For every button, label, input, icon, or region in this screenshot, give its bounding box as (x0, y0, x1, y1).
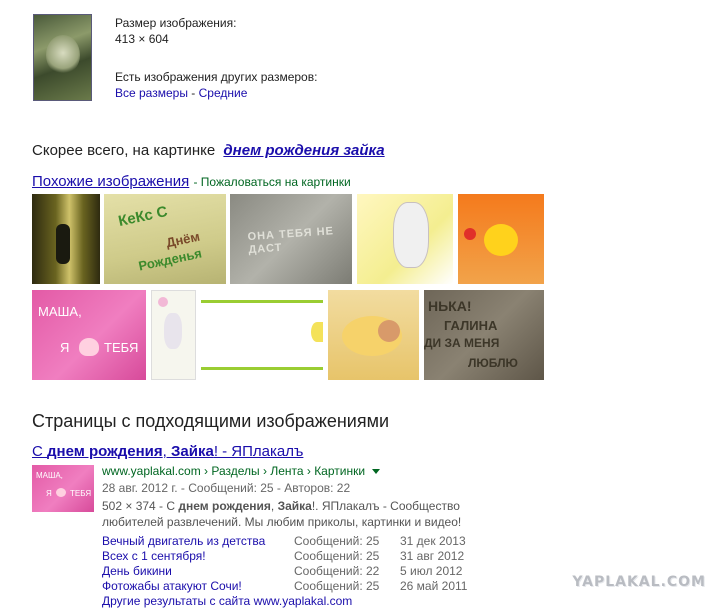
similar-image-baby[interactable] (328, 290, 419, 380)
more-results: Другие результаты с сайта www.yaplakal.c… (102, 593, 352, 609)
watermark-logo: YAPLAKAL.COM (572, 574, 706, 590)
report-separator: - (193, 175, 201, 189)
sub-result-link[interactable]: Фотожабы атакуют Сочи! (102, 578, 242, 594)
snippet-bold-2: Зайка (277, 499, 312, 513)
heart-icon (79, 338, 99, 356)
pages-heading: Страницы с подходящими изображениями (32, 411, 390, 431)
smesharik-figure (484, 224, 518, 256)
similar-image-sand-text[interactable]: ОНА ТЕБЯ НЕ ДАСТ (230, 194, 352, 284)
result-title-post: ! - ЯПлакалъ (213, 443, 304, 460)
card-bunny-figure (164, 313, 182, 349)
sub-result-link[interactable]: Всех с 1 сентября! (102, 548, 206, 564)
sub-result-link[interactable]: День бикини (102, 563, 172, 579)
thumbnail-figure (46, 35, 80, 75)
source-image-thumbnail[interactable] (33, 14, 92, 101)
sub-result-count: Сообщений: 25 (294, 549, 380, 563)
sand2-text-1: НЬКА! (428, 298, 472, 314)
other-sizes-label: Есть изображения других размеров: (115, 70, 318, 84)
similar-image-cake[interactable]: КеКс С Днём Рожденья (104, 194, 226, 284)
similar-image-sand-galina[interactable]: НЬКА! ГАЛИНА ДИ ЗА МЕНЯ ЛЮБЛЮ (424, 290, 544, 380)
bunny-figure (393, 202, 429, 268)
result-thumbnail[interactable]: МАША, Я ТЕБЯ (32, 465, 94, 512)
url-dropdown-arrow-icon[interactable] (372, 469, 381, 475)
yellow-accent (311, 322, 323, 342)
more-results-link[interactable]: Другие результаты с сайта www.yaplakal.c… (102, 594, 352, 608)
result-title-bold-1: днем рождения (47, 443, 163, 460)
best-guess-prefix: Скорее всего, на картинке (32, 142, 216, 159)
sub-result-date: 26 май 2011 (400, 579, 468, 593)
heart-balloon (464, 228, 476, 240)
masha-text-2: Я (60, 340, 70, 355)
similar-image-green-card[interactable] (201, 290, 323, 380)
sub-result-count: Сообщений: 22 (294, 564, 380, 578)
sand2-text-3: ДИ ЗА МЕНЯ (424, 336, 500, 350)
similar-image-bunny-yellow[interactable] (357, 194, 453, 284)
result-thumb-text-3: ТЕБЯ (70, 489, 92, 498)
sand-text: ОНА ТЕБЯ НЕ ДАСТ (247, 225, 335, 257)
similar-header: Похожие изображения - Пожаловаться на ка… (32, 173, 351, 191)
image-size-value: 413 × 604 (115, 32, 169, 46)
cake-text-1: КеКс С (116, 203, 170, 230)
sand2-text-4: ЛЮБЛЮ (468, 356, 518, 370)
result-title-bold-2: Зайка (171, 443, 214, 460)
snippet-post: !. ЯПлакалъ - Сообщество (311, 499, 460, 513)
result-thumb-text-2: Я (46, 489, 52, 498)
sub-result-date: 31 авг 2012 (400, 549, 465, 563)
similar-image-smesharik[interactable] (458, 194, 544, 284)
snippet-bold-1: днем рождения (178, 499, 271, 513)
result-url: www.yaplakal.com › Разделы › Лента › Кар… (102, 463, 381, 479)
result-title: С днем рождения, Зайка! - ЯПлакалъ (32, 443, 303, 461)
similar-image-masha[interactable]: МАША, Я ТЕБЯ (32, 290, 146, 380)
similar-images-link[interactable]: Похожие изображения (32, 173, 189, 190)
similar-image-bunny-card[interactable] (151, 290, 196, 380)
sizes-separator: - (187, 86, 199, 100)
result-url-text: www.yaplakal.com › Разделы › Лента › Кар… (102, 464, 366, 478)
snippet-pre: 502 × 374 - С (102, 499, 179, 513)
result-title-link[interactable]: С днем рождения, Зайка! - ЯПлакалъ (32, 443, 303, 460)
image-size-label: Размер изображения: (115, 16, 237, 30)
green-line-bottom (201, 367, 323, 370)
report-images-link[interactable]: Пожаловаться на картинки (201, 175, 351, 189)
green-line-top (201, 300, 323, 303)
result-thumb-heart-icon (56, 488, 66, 497)
snippet-mid: , (270, 499, 278, 513)
snippet-line-2: любителей развлечений. Мы любим приколы,… (102, 515, 462, 529)
tunnel-figure (56, 224, 70, 264)
masha-text-3: ТЕБЯ (104, 340, 139, 355)
result-thumb-text-1: МАША, (36, 471, 63, 480)
sub-result-count: Сообщений: 25 (294, 534, 380, 548)
result-snippet: 502 × 374 - С днем рождения, Зайка!. ЯПл… (102, 498, 522, 530)
all-sizes-link[interactable]: Все размеры (115, 86, 188, 100)
sub-result-link[interactable]: Вечный двигатель из детства (102, 533, 265, 549)
best-guess-query-link[interactable]: днем рождения зайка (223, 142, 384, 159)
sub-result-count: Сообщений: 25 (294, 579, 380, 593)
similar-image-tunnel[interactable] (32, 194, 100, 284)
result-title-mid: , (162, 443, 171, 460)
sub-result-date: 5 июл 2012 (400, 564, 463, 578)
sub-result-date: 31 дек 2013 (400, 534, 466, 548)
baby-head (378, 320, 400, 342)
card-balloon (158, 297, 168, 307)
sand2-text-2: ГАЛИНА (444, 318, 498, 333)
result-meta: 28 авг. 2012 г. - Сообщений: 25 - Авторо… (102, 481, 351, 495)
best-guess: Скорее всего, на картинке днем рождения … (32, 142, 385, 160)
medium-sizes-link[interactable]: Средние (199, 86, 248, 100)
sizes-links: Все размеры - Средние (115, 85, 247, 101)
result-title-pre: С (32, 443, 47, 460)
masha-text-1: МАША, (38, 304, 82, 319)
